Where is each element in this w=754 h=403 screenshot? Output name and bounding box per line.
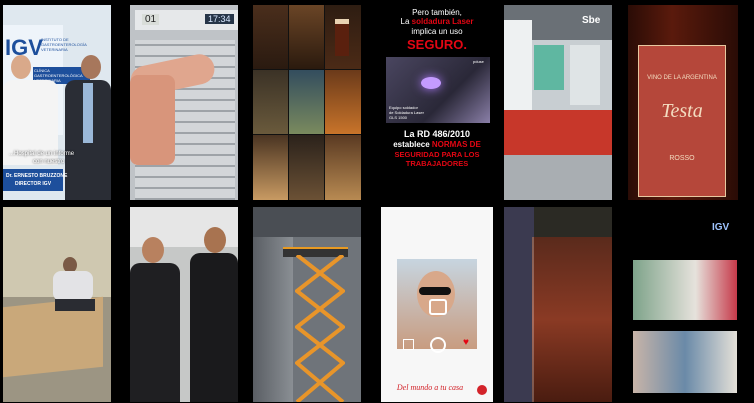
person-left-body: [130, 263, 180, 402]
camera-icon[interactable]: [429, 299, 447, 315]
igv-logo-sub3: VETERINARIA: [41, 47, 68, 52]
photo-caption-3: GLS 1500: [389, 115, 408, 120]
person-right-body: [190, 253, 238, 402]
welding-line6-prefix: establece: [393, 140, 432, 149]
clinic-thumb-bottom[interactable]: [633, 331, 737, 393]
welding-line2-highlight: soldadura Laser: [411, 17, 474, 26]
welding-line8: TRABAJADORES: [405, 159, 469, 168]
doctor-title: DIRECTOR IGV: [15, 181, 52, 187]
welding-line6-highlight: NORMAS DE: [431, 140, 481, 149]
expo-booth-screen: [570, 45, 600, 105]
scissor-lift: [295, 255, 345, 402]
expo-floor: [504, 155, 612, 200]
tile-clinic-video[interactable]: IGV: [628, 207, 738, 402]
tile-bar-collage[interactable]: [253, 5, 361, 200]
label-top: VINO DE LA ARGENTINA: [647, 75, 717, 81]
clinic-logo: IGV: [712, 222, 730, 233]
collage-9: [325, 135, 361, 200]
tile-expo-video[interactable]: Sbe: [504, 5, 612, 200]
collage-4: [253, 70, 288, 134]
display-right: 17:34: [205, 14, 234, 24]
welding-line2: La soldadura Laser: [381, 17, 493, 26]
tile-drink-video[interactable]: [504, 207, 612, 402]
doctor-name: Dr. ERNESTO BRUZZONE: [6, 173, 68, 179]
drink-bg-left: [504, 207, 534, 402]
photo-brand: pduse: [473, 59, 484, 64]
subtitle-line1: ...Hospital de un informe: [9, 151, 75, 157]
app-footer: Del mundo a tu casa: [396, 383, 464, 392]
expo-logo: Sbe: [582, 15, 601, 26]
doctor-right-head: [81, 55, 101, 79]
app-footer-logo: [477, 385, 487, 395]
doctor-left-head: [11, 55, 31, 79]
welding-line6: establece NORMAS DE: [381, 140, 493, 149]
warehouse-ceiling: [253, 207, 361, 237]
tile-app-video[interactable]: ♥ Del mundo a tu casa: [381, 207, 493, 402]
collage-1: [253, 5, 288, 69]
heart-icon[interactable]: ♥: [463, 337, 469, 348]
welding-line1: Pero también,: [412, 8, 462, 17]
welding-line3: implica un uso: [411, 27, 463, 36]
arm: [130, 75, 175, 165]
shutter-button[interactable]: [430, 337, 446, 353]
woman-sunglasses: [419, 287, 451, 295]
label-brand: Testa: [661, 100, 703, 122]
collage-7: [253, 135, 288, 200]
tile-workshop-video[interactable]: [3, 207, 111, 402]
welding-seguro: SEGURO.: [407, 37, 467, 52]
gallery-icon[interactable]: [403, 339, 414, 350]
person-right-head: [204, 227, 226, 253]
tile-wine-video[interactable]: VINO DE LA ARGENTINA Testa ROSSO: [628, 5, 738, 200]
doctor-right-shirt: [83, 83, 93, 143]
welding-line2-prefix: La: [400, 17, 412, 26]
beer-glass: [335, 19, 349, 56]
tile-lift-video[interactable]: [253, 207, 361, 402]
collage-8: [289, 135, 324, 200]
collage-5: [289, 70, 324, 134]
tile-welding-post[interactable]: Pero también, La soldadura Laser implica…: [381, 5, 493, 200]
clinic-thumb-top[interactable]: [633, 260, 737, 320]
collage-6: [325, 70, 361, 134]
expo-booth-green: [534, 45, 564, 90]
laser-glow: [421, 77, 441, 89]
label-bottom: ROSSO: [669, 155, 695, 162]
welding-line7: SEGURIDAD PARA LOS: [394, 150, 480, 159]
worker-body: [53, 271, 93, 301]
collage-2: [289, 5, 324, 69]
welding-line5: La RD 486/2010: [403, 129, 471, 139]
subtitle-line2: con nuestro: [33, 159, 65, 165]
person-left-head: [142, 237, 164, 263]
tile-keypad-video[interactable]: 01 17:34: [130, 5, 238, 200]
expo-red-carpet: [504, 110, 612, 155]
display-left: 01: [142, 14, 160, 25]
tile-team-video[interactable]: [130, 207, 238, 402]
drink-glass: [532, 237, 612, 402]
worker-legs: [55, 299, 95, 311]
tile-doctors-video[interactable]: IGV INSTITUTO DE GASTROENTEROLOGÍA VETER…: [3, 5, 111, 200]
